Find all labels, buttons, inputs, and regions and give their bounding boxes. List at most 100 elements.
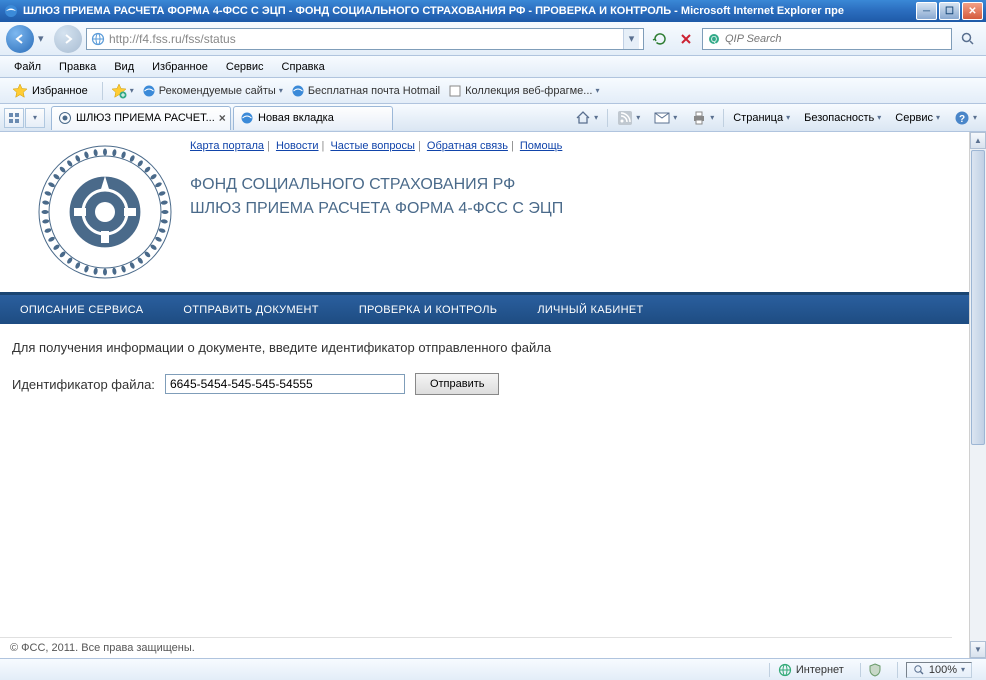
browser-tab-1[interactable]: ШЛЮЗ ПРИЕМА РАСЧЕТ... ×	[51, 106, 231, 130]
scroll-up-button[interactable]: ▲	[970, 132, 986, 149]
internet-icon	[778, 663, 792, 677]
back-dropdown-icon[interactable]: ▾	[38, 32, 50, 45]
link-feedback[interactable]: Обратная связь	[427, 140, 508, 152]
dropdown-icon: ▾	[673, 113, 677, 122]
address-bar[interactable]: ▾	[86, 28, 644, 50]
dropdown-icon: ▾	[130, 86, 134, 95]
favorites-button[interactable]: Избранное	[6, 81, 94, 101]
scroll-down-button[interactable]: ▼	[970, 641, 986, 658]
site-main-nav: ОПИСАНИЕ СЕРВИСА ОТПРАВИТЬ ДОКУМЕНТ ПРОВ…	[0, 292, 969, 324]
home-button[interactable]: ▾	[570, 108, 603, 128]
tools-menu[interactable]: Сервис ▾	[890, 110, 945, 126]
form-prompt: Для получения информации о документе, вв…	[12, 340, 957, 355]
minimize-button[interactable]: ─	[916, 2, 937, 20]
window-titlebar: ШЛЮЗ ПРИЕМА РАСЧЕТА ФОРМА 4-ФСС С ЭЦП - …	[0, 0, 986, 22]
page-label: Страница	[733, 112, 783, 124]
window-title: ШЛЮЗ ПРИЕМА РАСЧЕТА ФОРМА 4-ФСС С ЭЦП - …	[23, 5, 916, 17]
separator	[102, 82, 103, 100]
link-faq[interactable]: Частые вопросы	[330, 140, 415, 152]
svg-text:?: ?	[959, 114, 965, 125]
back-button[interactable]	[6, 25, 34, 53]
org-subtitle: ШЛЮЗ ПРИЕМА РАСЧЕТА ФОРМА 4-ФСС С ЭЦП	[190, 200, 949, 218]
fav-link-recommended[interactable]: Рекомендуемые сайты ▾	[142, 84, 283, 98]
favorites-bar: Избранное ▾ Рекомендуемые сайты ▾ Беспла…	[0, 78, 986, 104]
dropdown-icon: ▾	[279, 86, 283, 95]
nav-send[interactable]: ОТПРАВИТЬ ДОКУМЕНТ	[163, 295, 338, 324]
print-button[interactable]: ▾	[686, 108, 719, 128]
separator	[607, 109, 608, 127]
rss-icon	[617, 110, 633, 126]
qip-icon: Q	[707, 32, 721, 46]
dropdown-icon: ▾	[636, 113, 640, 122]
help-button[interactable]: ? ▾	[949, 108, 982, 128]
close-button[interactable]: ✕	[962, 2, 983, 20]
menu-file[interactable]: Файл	[6, 59, 49, 75]
file-id-input[interactable]	[165, 374, 405, 394]
page-footer: © ФСС, 2011. Все права защищены.	[0, 637, 952, 658]
vertical-scrollbar[interactable]: ▲ ▼	[969, 132, 986, 658]
dropdown-icon: ▾	[595, 86, 599, 95]
org-title: ФОНД СОЦИАЛЬНОГО СТРАХОВАНИЯ РФ	[190, 176, 949, 194]
maximize-button[interactable]: ☐	[939, 2, 960, 20]
shield-icon	[869, 663, 881, 677]
refresh-button[interactable]	[648, 27, 672, 51]
dropdown-icon: ▾	[936, 113, 940, 122]
scroll-thumb[interactable]	[971, 150, 985, 445]
status-zone[interactable]: Интернет	[769, 663, 852, 677]
globe-icon	[91, 32, 105, 46]
mail-button[interactable]: ▾	[649, 108, 682, 128]
zoom-value: 100%	[929, 664, 957, 676]
quicktab-button-1[interactable]	[4, 108, 24, 128]
forward-button[interactable]	[54, 25, 82, 53]
fav-link-hotmail[interactable]: Бесплатная почта Hotmail	[291, 84, 440, 98]
menu-view[interactable]: Вид	[106, 59, 142, 75]
scroll-track[interactable]	[970, 149, 986, 641]
link-sitemap[interactable]: Карта портала	[190, 140, 264, 152]
fav-link-gallery[interactable]: Коллекция веб-фрагме... ▾	[448, 84, 599, 98]
menu-tools[interactable]: Сервис	[218, 59, 272, 75]
tools-label: Сервис	[895, 112, 933, 124]
menu-favorites[interactable]: Избранное	[144, 59, 216, 75]
stop-button[interactable]	[674, 27, 698, 51]
separator	[723, 109, 724, 127]
nav-description[interactable]: ОПИСАНИЕ СЕРВИСА	[0, 295, 163, 324]
safety-menu[interactable]: Безопасность ▾	[799, 110, 886, 126]
add-favorites-button[interactable]: ▾	[111, 83, 134, 99]
submit-button[interactable]: Отправить	[415, 373, 500, 395]
dropdown-icon: ▾	[961, 665, 965, 674]
nav-cabinet[interactable]: ЛИЧНЫЙ КАБИНЕТ	[517, 295, 663, 324]
menu-edit[interactable]: Правка	[51, 59, 104, 75]
link-news[interactable]: Новости	[276, 140, 319, 152]
search-input[interactable]	[725, 33, 947, 45]
form-label: Идентификатор файла:	[12, 377, 155, 392]
search-button[interactable]	[956, 27, 980, 51]
navigation-toolbar: ▾ ▾ Q	[0, 22, 986, 56]
link-help[interactable]: Помощь	[520, 140, 563, 152]
zone-label: Интернет	[796, 664, 844, 676]
dropdown-icon: ▾	[594, 113, 598, 122]
nav-check[interactable]: ПРОВЕРКА И КОНТРОЛЬ	[339, 295, 518, 324]
tab-close-button[interactable]: ×	[219, 111, 226, 125]
zoom-control[interactable]: 100% ▾	[897, 662, 980, 678]
dropdown-icon: ▾	[710, 113, 714, 122]
zoom-icon	[913, 664, 925, 676]
dropdown-icon: ▾	[877, 113, 881, 122]
menu-help[interactable]: Справка	[274, 59, 333, 75]
ie-small-icon	[291, 84, 305, 98]
ie-icon	[3, 3, 19, 19]
ie-small-icon	[142, 84, 156, 98]
browser-tab-2[interactable]: Новая вкладка	[233, 106, 393, 130]
feeds-button[interactable]: ▾	[612, 108, 645, 128]
safety-label: Безопасность	[804, 112, 874, 124]
tab-label: ШЛЮЗ ПРИЕМА РАСЧЕТ...	[76, 112, 215, 124]
search-box[interactable]: Q	[702, 28, 952, 50]
site-icon	[58, 111, 72, 125]
url-input[interactable]	[109, 32, 619, 46]
page-menu[interactable]: Страница ▾	[728, 110, 795, 126]
url-dropdown-icon[interactable]: ▾	[623, 29, 639, 49]
dropdown-icon: ▾	[786, 113, 790, 122]
quicktab-dropdown[interactable]: ▾	[25, 108, 45, 128]
tab-label: Новая вкладка	[258, 112, 334, 124]
add-star-icon	[111, 83, 127, 99]
protected-mode[interactable]	[860, 663, 889, 677]
